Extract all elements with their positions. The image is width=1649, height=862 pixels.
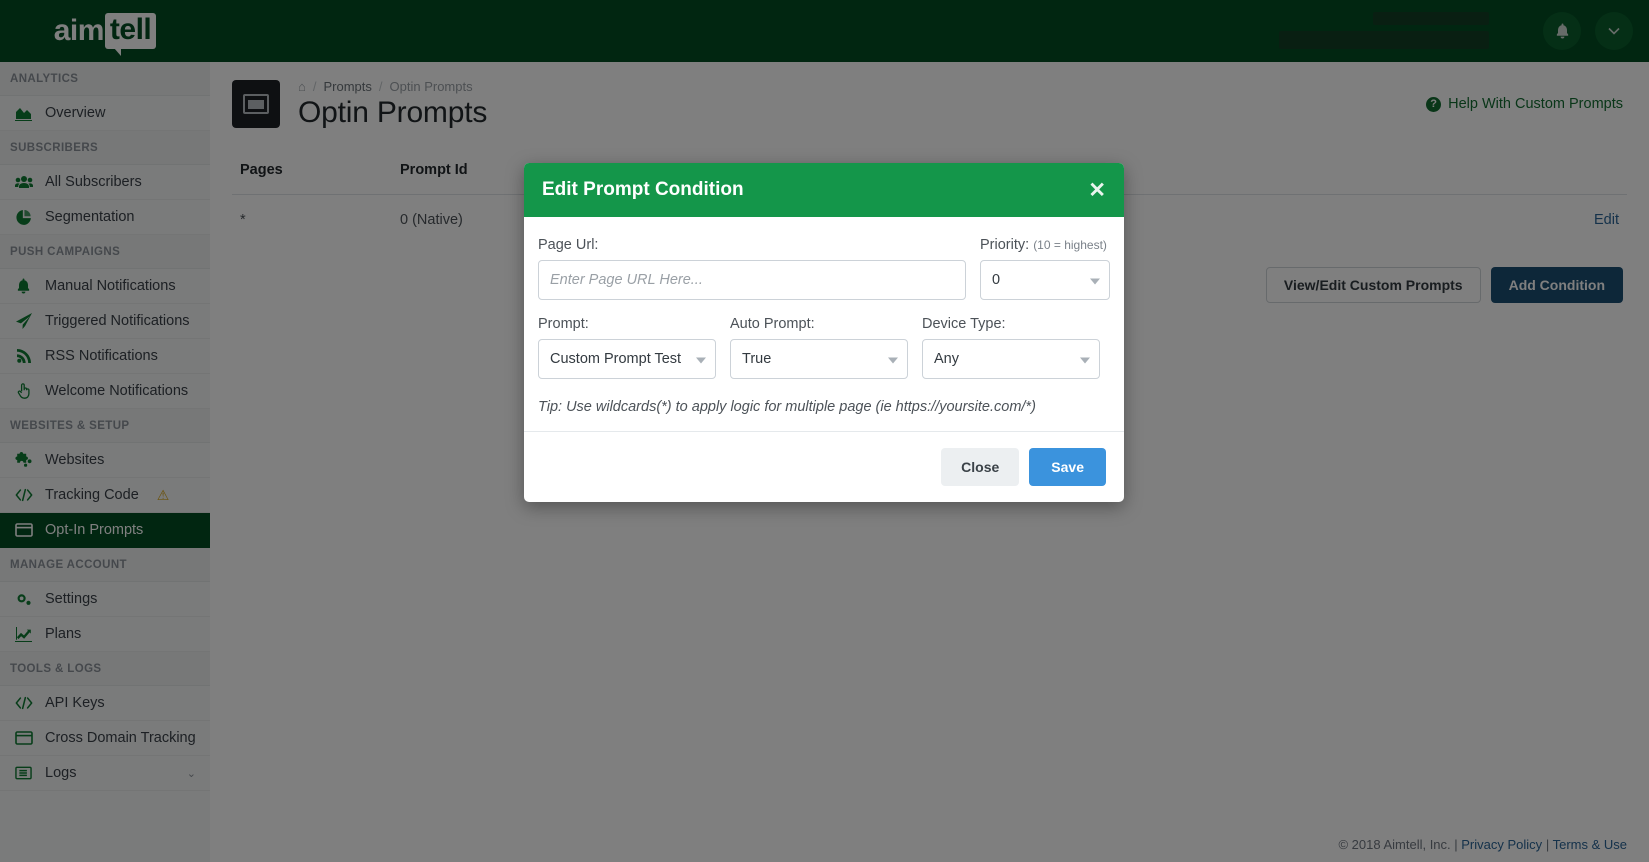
- close-icon[interactable]: ✕: [1088, 180, 1106, 201]
- edit-prompt-condition-modal: Edit Prompt Condition ✕ Page Url: Priori…: [524, 163, 1124, 502]
- auto-prompt-field: Auto Prompt: TrueFalse: [730, 316, 908, 379]
- modal-header: Edit Prompt Condition ✕: [524, 163, 1124, 217]
- priority-label-text: Priority:: [980, 237, 1029, 253]
- wildcard-tip: Tip: Use wildcards(*) to apply logic for…: [538, 399, 1110, 415]
- auto-prompt-label: Auto Prompt:: [730, 316, 908, 332]
- modal-title: Edit Prompt Condition: [542, 179, 744, 201]
- page-url-label: Page Url:: [538, 237, 966, 253]
- prompt-field: Prompt: Custom Prompt Test: [538, 316, 716, 379]
- save-button[interactable]: Save: [1029, 448, 1106, 486]
- auto-prompt-select[interactable]: TrueFalse: [730, 339, 908, 379]
- modal-footer: Close Save: [524, 431, 1124, 502]
- page-url-field: Page Url:: [538, 237, 966, 300]
- device-type-select[interactable]: AnyDesktopMobileTablet: [922, 339, 1100, 379]
- device-type-label: Device Type:: [922, 316, 1100, 332]
- priority-select[interactable]: 012345678910: [980, 260, 1110, 300]
- app-root: aimtell ANALYTICSOverviewSUBSCRIBERSAll …: [0, 0, 1649, 862]
- page-url-input[interactable]: [538, 260, 966, 300]
- modal-body: Page Url: Priority: (10 = highest) 01234…: [524, 217, 1124, 431]
- device-type-field: Device Type: AnyDesktopMobileTablet: [922, 316, 1100, 379]
- prompt-label: Prompt:: [538, 316, 716, 332]
- prompt-select[interactable]: Custom Prompt Test: [538, 339, 716, 379]
- priority-label: Priority: (10 = highest): [980, 237, 1110, 253]
- modal-row-2: Prompt: Custom Prompt Test Auto Prompt: …: [538, 316, 1110, 379]
- priority-field: Priority: (10 = highest) 012345678910: [980, 237, 1110, 300]
- close-button[interactable]: Close: [941, 448, 1019, 486]
- modal-row-1: Page Url: Priority: (10 = highest) 01234…: [538, 237, 1110, 300]
- priority-sublabel: (10 = highest): [1033, 238, 1107, 252]
